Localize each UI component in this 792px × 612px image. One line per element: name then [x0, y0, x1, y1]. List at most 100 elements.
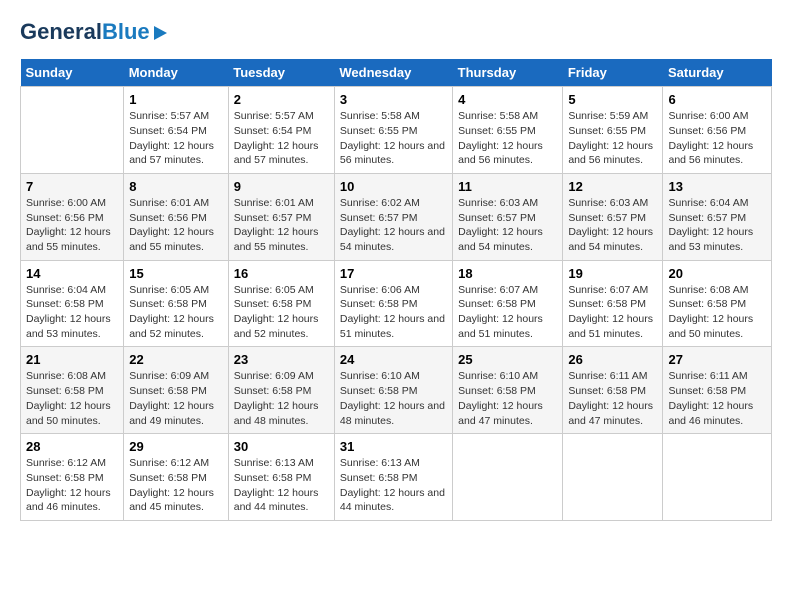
day-info: Sunrise: 6:10 AMSunset: 6:58 PMDaylight:…	[340, 369, 447, 428]
day-info: Sunrise: 6:05 AMSunset: 6:58 PMDaylight:…	[129, 283, 223, 342]
day-cell: 18 Sunrise: 6:07 AMSunset: 6:58 PMDayligh…	[453, 260, 563, 347]
week-row-1: 1 Sunrise: 5:57 AMSunset: 6:54 PMDaylight…	[21, 87, 772, 174]
day-number: 2	[234, 92, 329, 107]
day-number: 18	[458, 266, 557, 281]
day-number: 6	[668, 92, 766, 107]
day-cell: 23 Sunrise: 6:09 AMSunset: 6:58 PMDayligh…	[228, 347, 334, 434]
day-info: Sunrise: 6:08 AMSunset: 6:58 PMDaylight:…	[668, 283, 766, 342]
calendar-table: SundayMondayTuesdayWednesdayThursdayFrid…	[20, 59, 772, 521]
day-info: Sunrise: 6:08 AMSunset: 6:58 PMDaylight:…	[26, 369, 118, 428]
day-cell: 9 Sunrise: 6:01 AMSunset: 6:57 PMDaylight…	[228, 173, 334, 260]
day-info: Sunrise: 6:00 AMSunset: 6:56 PMDaylight:…	[668, 109, 766, 168]
day-number: 15	[129, 266, 223, 281]
day-number: 17	[340, 266, 447, 281]
day-number: 12	[568, 179, 657, 194]
day-number: 1	[129, 92, 223, 107]
header-cell-friday: Friday	[563, 59, 663, 87]
day-cell	[21, 87, 124, 174]
day-number: 20	[668, 266, 766, 281]
day-number: 31	[340, 439, 447, 454]
day-info: Sunrise: 6:04 AMSunset: 6:58 PMDaylight:…	[26, 283, 118, 342]
header-row: SundayMondayTuesdayWednesdayThursdayFrid…	[21, 59, 772, 87]
day-cell: 10 Sunrise: 6:02 AMSunset: 6:57 PMDayligh…	[334, 173, 452, 260]
day-info: Sunrise: 5:58 AMSunset: 6:55 PMDaylight:…	[340, 109, 447, 168]
day-info: Sunrise: 5:57 AMSunset: 6:54 PMDaylight:…	[129, 109, 223, 168]
logo: GeneralBlue	[20, 20, 167, 44]
day-cell: 5 Sunrise: 5:59 AMSunset: 6:55 PMDaylight…	[563, 87, 663, 174]
day-number: 19	[568, 266, 657, 281]
day-cell: 30 Sunrise: 6:13 AMSunset: 6:58 PMDayligh…	[228, 434, 334, 521]
day-number: 13	[668, 179, 766, 194]
day-cell: 20 Sunrise: 6:08 AMSunset: 6:58 PMDayligh…	[663, 260, 772, 347]
day-info: Sunrise: 6:07 AMSunset: 6:58 PMDaylight:…	[568, 283, 657, 342]
day-cell: 21 Sunrise: 6:08 AMSunset: 6:58 PMDayligh…	[21, 347, 124, 434]
day-cell: 25 Sunrise: 6:10 AMSunset: 6:58 PMDayligh…	[453, 347, 563, 434]
header-cell-sunday: Sunday	[21, 59, 124, 87]
day-cell: 27Sunrise: 6:11 AMSunset: 6:58 PMDayligh…	[663, 347, 772, 434]
day-cell: 8 Sunrise: 6:01 AMSunset: 6:56 PMDaylight…	[124, 173, 229, 260]
week-row-3: 14 Sunrise: 6:04 AMSunset: 6:58 PMDayligh…	[21, 260, 772, 347]
day-info: Sunrise: 6:00 AMSunset: 6:56 PMDaylight:…	[26, 196, 118, 255]
day-info: Sunrise: 6:07 AMSunset: 6:58 PMDaylight:…	[458, 283, 557, 342]
day-number: 22	[129, 352, 223, 367]
day-info: Sunrise: 6:09 AMSunset: 6:58 PMDaylight:…	[129, 369, 223, 428]
day-info: Sunrise: 6:13 AMSunset: 6:58 PMDaylight:…	[234, 456, 329, 515]
day-number: 23	[234, 352, 329, 367]
day-cell: 13 Sunrise: 6:04 AMSunset: 6:57 PMDayligh…	[663, 173, 772, 260]
day-info: Sunrise: 6:01 AMSunset: 6:56 PMDaylight:…	[129, 196, 223, 255]
day-cell: 14 Sunrise: 6:04 AMSunset: 6:58 PMDayligh…	[21, 260, 124, 347]
day-cell	[453, 434, 563, 521]
header-cell-saturday: Saturday	[663, 59, 772, 87]
day-info: Sunrise: 6:02 AMSunset: 6:57 PMDaylight:…	[340, 196, 447, 255]
day-info: Sunrise: 6:03 AMSunset: 6:57 PMDaylight:…	[458, 196, 557, 255]
day-cell: 15 Sunrise: 6:05 AMSunset: 6:58 PMDayligh…	[124, 260, 229, 347]
day-number: 14	[26, 266, 118, 281]
day-cell: 7 Sunrise: 6:00 AMSunset: 6:56 PMDaylight…	[21, 173, 124, 260]
day-number: 27	[668, 352, 766, 367]
header-cell-monday: Monday	[124, 59, 229, 87]
day-cell: 2Sunrise: 5:57 AMSunset: 6:54 PMDaylight…	[228, 87, 334, 174]
day-cell: 12 Sunrise: 6:03 AMSunset: 6:57 PMDayligh…	[563, 173, 663, 260]
day-info: Sunrise: 6:01 AMSunset: 6:57 PMDaylight:…	[234, 196, 329, 255]
day-info: Sunrise: 5:59 AMSunset: 6:55 PMDaylight:…	[568, 109, 657, 168]
day-info: Sunrise: 6:04 AMSunset: 6:57 PMDaylight:…	[668, 196, 766, 255]
day-info: Sunrise: 6:12 AMSunset: 6:58 PMDaylight:…	[26, 456, 118, 515]
day-number: 30	[234, 439, 329, 454]
day-number: 16	[234, 266, 329, 281]
day-cell: 11 Sunrise: 6:03 AMSunset: 6:57 PMDayligh…	[453, 173, 563, 260]
day-number: 3	[340, 92, 447, 107]
day-info: Sunrise: 5:58 AMSunset: 6:55 PMDaylight:…	[458, 109, 557, 168]
header-cell-wednesday: Wednesday	[334, 59, 452, 87]
day-cell: 24 Sunrise: 6:10 AMSunset: 6:58 PMDayligh…	[334, 347, 452, 434]
day-number: 11	[458, 179, 557, 194]
day-info: Sunrise: 6:06 AMSunset: 6:58 PMDaylight:…	[340, 283, 447, 342]
day-info: Sunrise: 6:12 AMSunset: 6:58 PMDaylight:…	[129, 456, 223, 515]
day-info: Sunrise: 6:03 AMSunset: 6:57 PMDaylight:…	[568, 196, 657, 255]
day-info: Sunrise: 6:11 AMSunset: 6:58 PMDaylight:…	[568, 369, 657, 428]
day-number: 9	[234, 179, 329, 194]
day-cell: 1 Sunrise: 5:57 AMSunset: 6:54 PMDaylight…	[124, 87, 229, 174]
day-info: Sunrise: 6:13 AMSunset: 6:58 PMDaylight:…	[340, 456, 447, 515]
day-cell	[563, 434, 663, 521]
day-number: 7	[26, 179, 118, 194]
day-cell: 29Sunrise: 6:12 AMSunset: 6:58 PMDayligh…	[124, 434, 229, 521]
day-number: 25	[458, 352, 557, 367]
day-cell: 17 Sunrise: 6:06 AMSunset: 6:58 PMDayligh…	[334, 260, 452, 347]
day-number: 4	[458, 92, 557, 107]
week-row-4: 21 Sunrise: 6:08 AMSunset: 6:58 PMDayligh…	[21, 347, 772, 434]
day-info: Sunrise: 6:10 AMSunset: 6:58 PMDaylight:…	[458, 369, 557, 428]
day-number: 5	[568, 92, 657, 107]
day-number: 24	[340, 352, 447, 367]
page-header: GeneralBlue	[20, 20, 772, 44]
day-number: 21	[26, 352, 118, 367]
logo-text: GeneralBlue	[20, 20, 150, 44]
day-cell: 4 Sunrise: 5:58 AMSunset: 6:55 PMDaylight…	[453, 87, 563, 174]
day-number: 10	[340, 179, 447, 194]
day-cell: 16 Sunrise: 6:05 AMSunset: 6:58 PMDayligh…	[228, 260, 334, 347]
day-number: 8	[129, 179, 223, 194]
day-info: Sunrise: 6:05 AMSunset: 6:58 PMDaylight:…	[234, 283, 329, 342]
day-cell	[663, 434, 772, 521]
week-row-5: 28Sunrise: 6:12 AMSunset: 6:58 PMDayligh…	[21, 434, 772, 521]
day-info: Sunrise: 6:09 AMSunset: 6:58 PMDaylight:…	[234, 369, 329, 428]
day-cell: 31 Sunrise: 6:13 AMSunset: 6:58 PMDayligh…	[334, 434, 452, 521]
